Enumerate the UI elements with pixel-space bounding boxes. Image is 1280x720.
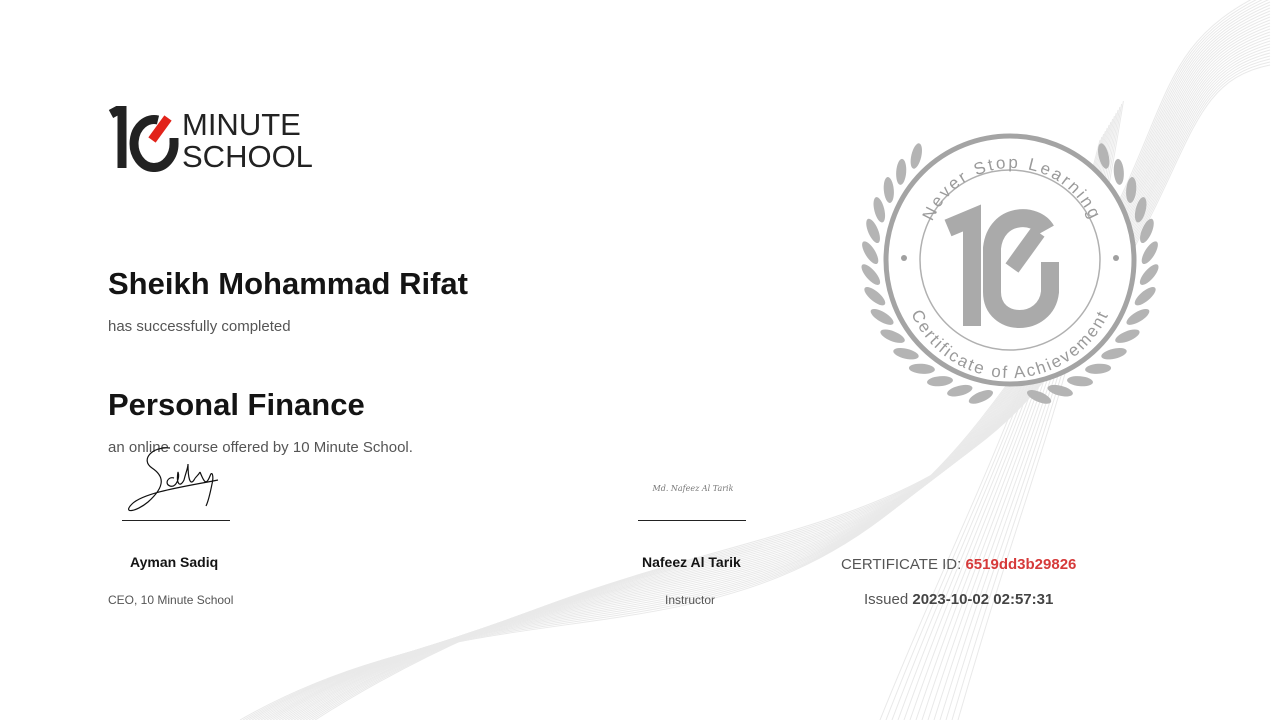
certificate-seal: Never Stop Learning Certificate of Achie… bbox=[861, 133, 1159, 404]
laurel-leaf bbox=[1113, 158, 1124, 185]
laurel-leaf bbox=[1085, 363, 1112, 374]
laurel-leaf bbox=[873, 197, 886, 223]
logo-word-school: SCHOOL bbox=[182, 139, 313, 172]
recipient-name: Sheikh Mohammad Rifat bbox=[108, 266, 468, 301]
certificate-id-label: CERTIFICATE ID: bbox=[841, 556, 962, 573]
ten-minute-school-logo: MINUTE SCHOOL bbox=[108, 106, 313, 172]
signature-nafeez-al-tarik: Md. Nafeez Al Tarik bbox=[652, 484, 734, 493]
laurel-leaf bbox=[896, 158, 907, 185]
signer-role: CEO, 10 Minute School bbox=[108, 593, 234, 607]
laurel-leaf bbox=[1134, 197, 1147, 223]
laurel-leaf bbox=[1126, 308, 1150, 325]
signer-role: Instructor bbox=[665, 593, 716, 607]
laurel-leaf bbox=[910, 143, 922, 169]
laurel-leaf bbox=[864, 287, 886, 306]
course-title: Personal Finance bbox=[108, 387, 365, 422]
laurel-leaf bbox=[1139, 264, 1159, 285]
certificate-id-value: 6519dd3b29826 bbox=[965, 556, 1077, 573]
issued-label: Issued bbox=[864, 591, 909, 608]
laurel-leaf bbox=[1067, 376, 1093, 387]
signature-2-text: Md. Nafeez Al Tarik bbox=[652, 484, 734, 493]
laurel-leaf bbox=[870, 308, 894, 325]
issued-row: Issued 2023-10-02 02:57:31 bbox=[864, 591, 1053, 608]
laurel-leaf bbox=[947, 384, 973, 397]
laurel-leaf bbox=[893, 348, 919, 360]
signer-name: Ayman Sadiq bbox=[130, 554, 219, 570]
logo-word-minute: MINUTE bbox=[182, 107, 301, 142]
laurel-leaf bbox=[1098, 143, 1110, 169]
laurel-leaf bbox=[908, 363, 935, 374]
laurel-leaf bbox=[1141, 241, 1158, 265]
laurel-leaf bbox=[1101, 348, 1127, 360]
laurel-leaf bbox=[861, 264, 881, 285]
laurel-leaf bbox=[880, 329, 905, 343]
certificate-page: MINUTE SCHOOL Sheikh Mohammad Rifat has … bbox=[0, 0, 1280, 720]
certificate-id-row: CERTIFICATE ID: 6519dd3b29826 bbox=[841, 556, 1076, 573]
laurel-leaf bbox=[1047, 384, 1073, 397]
laurel-leaf bbox=[1134, 287, 1156, 306]
issued-value: 2023-10-02 02:57:31 bbox=[912, 591, 1054, 608]
completed-text: has successfully completed bbox=[108, 318, 291, 335]
signature-line bbox=[122, 520, 230, 521]
laurel-leaf bbox=[927, 376, 953, 387]
signature-ayman-sadiq bbox=[127, 447, 219, 512]
laurel-leaf bbox=[883, 177, 894, 203]
signature-line bbox=[638, 520, 746, 521]
laurel-leaf bbox=[862, 241, 879, 265]
signer-name: Nafeez Al Tarik bbox=[642, 554, 741, 570]
laurel-leaf bbox=[1115, 329, 1140, 343]
laurel-leaf bbox=[1126, 177, 1137, 203]
